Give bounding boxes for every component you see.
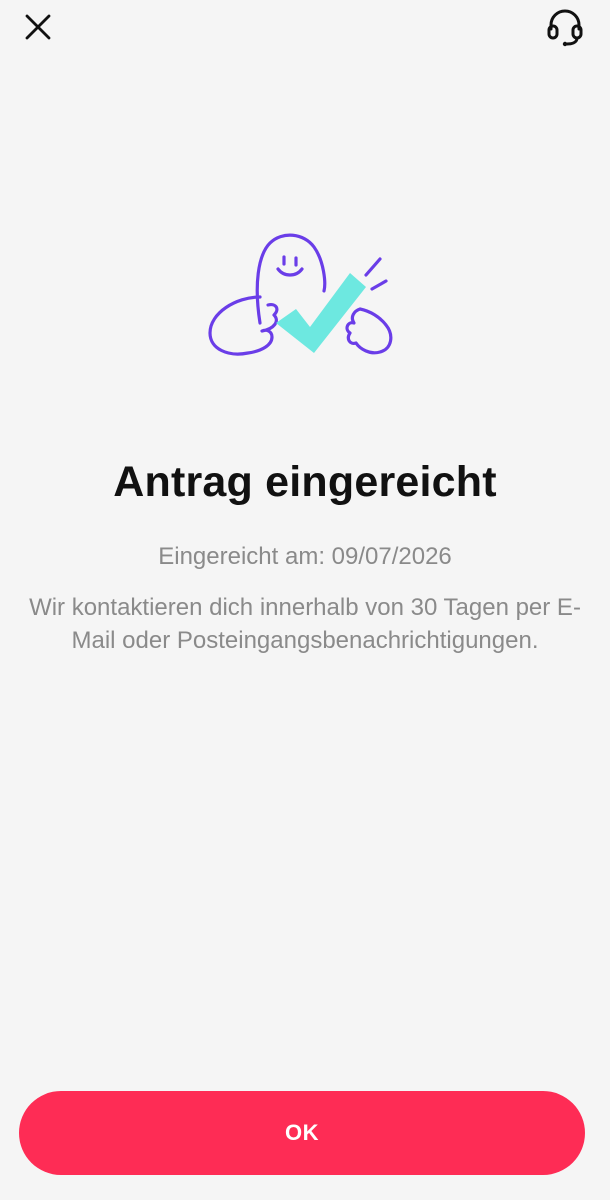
submitted-date-text: Eingereicht am: 09/07/2026 [158,543,452,570]
ok-button[interactable]: OK [19,1091,585,1175]
support-button[interactable] [542,4,588,50]
mascot-checkmark-illustration [208,233,393,356]
page-title: Antrag eingereicht [113,458,497,506]
confirmation-screen: Antrag eingereicht Eingereicht am: 09/07… [0,0,610,1200]
info-message: Wir kontaktieren dich innerhalb von 30 T… [29,594,581,654]
close-button[interactable] [15,4,61,50]
headset-icon [547,9,583,47]
close-icon [25,14,51,40]
